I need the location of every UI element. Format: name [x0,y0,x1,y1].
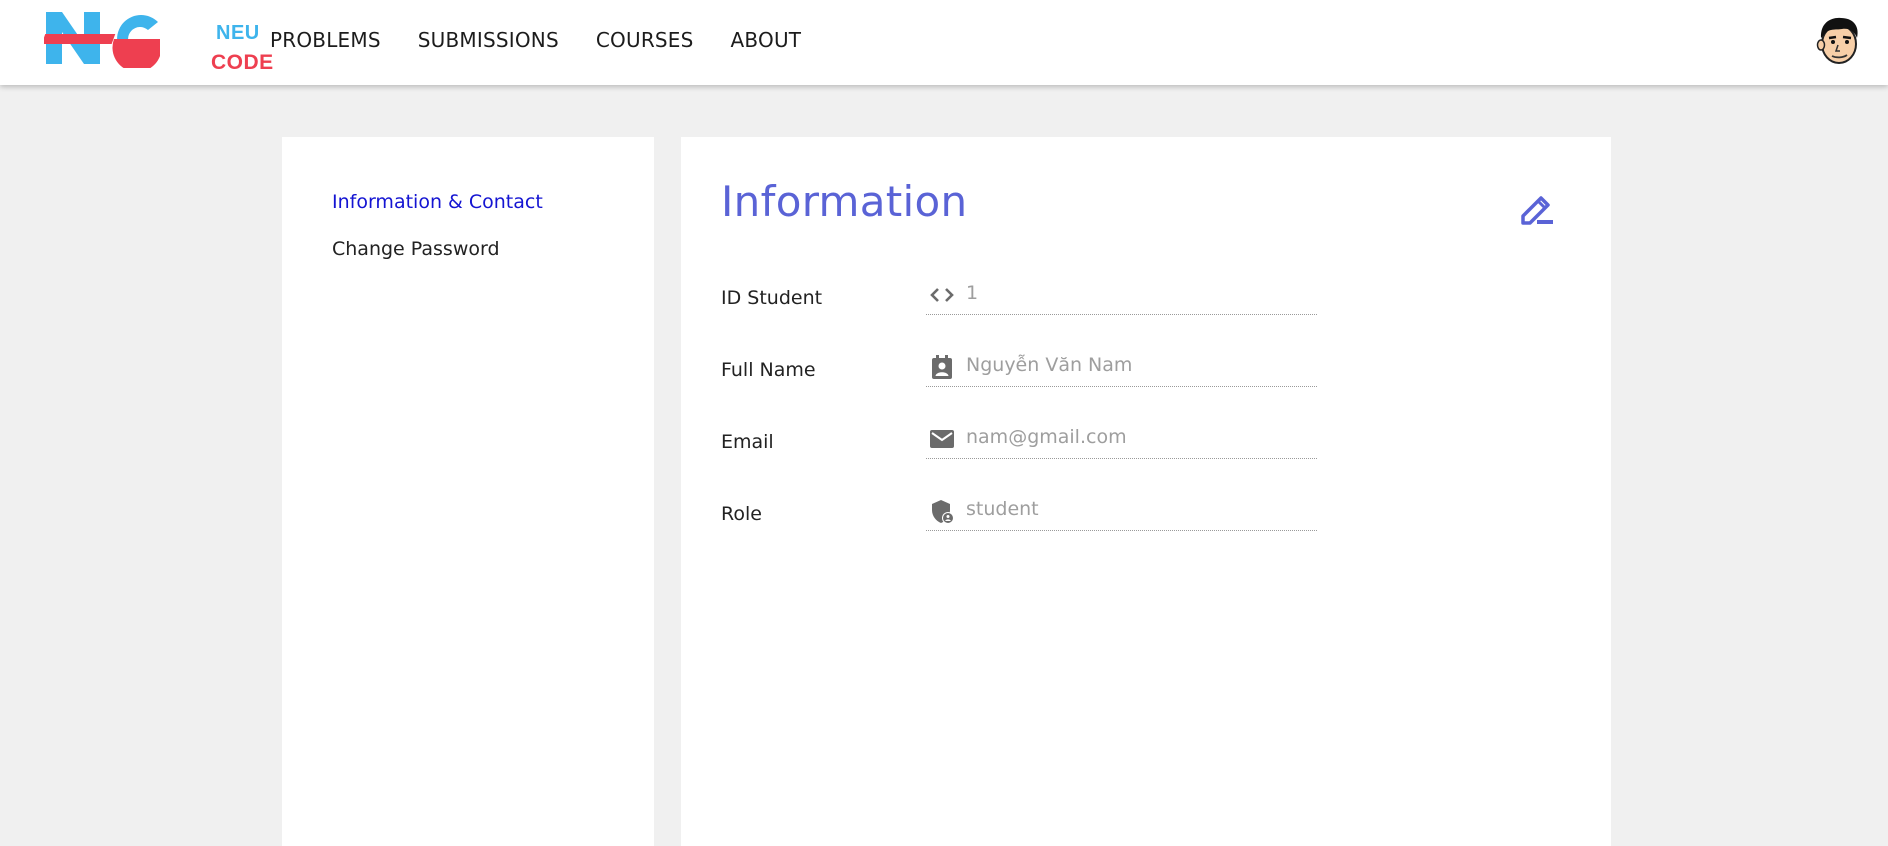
full-name-label: Full Name [721,359,816,381]
page-title: Information [721,177,968,226]
field-row-email: Email nam@gmail.com [721,417,1361,459]
main-nav: PROBLEMS SUBMISSIONS COURSES ABOUT [270,28,801,52]
logo-text-code: CODE [211,51,274,74]
id-student-label: ID Student [721,287,823,309]
pencil-edit-icon [1521,196,1553,225]
id-student-field[interactable]: 1 [926,273,1317,315]
logo-text-neu: NEU [216,22,260,44]
full-name-field[interactable]: Nguyễn Văn Nam [926,345,1317,387]
email-field[interactable]: nam@gmail.com [926,417,1317,459]
field-row-full-name: Full Name Nguyễn Văn Nam [721,345,1361,387]
contact-card-icon [928,353,956,381]
sidebar-item-change-password[interactable]: Change Password [332,238,500,260]
user-avatar[interactable] [1814,14,1864,66]
nav-submissions[interactable]: SUBMISSIONS [418,28,559,52]
nc-logo-mark-icon [41,12,160,73]
cartoon-face-avatar-icon [1816,17,1858,64]
id-student-value: 1 [966,282,979,304]
role-value: student [966,498,1039,520]
mail-icon [928,425,956,453]
top-navbar: NEU CODE PROBLEMS SUBMISSIONS COURSES AB… [0,0,1888,85]
nav-about[interactable]: ABOUT [731,28,802,52]
role-label: Role [721,503,762,525]
neu-code-logo[interactable]: NEU CODE [41,10,273,74]
email-label: Email [721,431,774,453]
field-row-role: Role student [721,489,1361,531]
admin-shield-icon [928,497,956,525]
information-card: Information ID Student 1 Full Name Nguyễ… [681,137,1611,846]
nav-problems[interactable]: PROBLEMS [270,28,381,52]
email-value: nam@gmail.com [966,426,1127,448]
code-brackets-icon [928,281,956,309]
edit-button[interactable] [1517,189,1557,229]
sidebar-item-information-contact[interactable]: Information & Contact [332,191,543,213]
full-name-value: Nguyễn Văn Nam [966,354,1133,376]
role-field[interactable]: student [926,489,1317,531]
nav-courses[interactable]: COURSES [596,28,694,52]
profile-sidebar: Information & Contact Change Password [282,137,654,846]
field-row-id-student: ID Student 1 [721,273,1361,315]
